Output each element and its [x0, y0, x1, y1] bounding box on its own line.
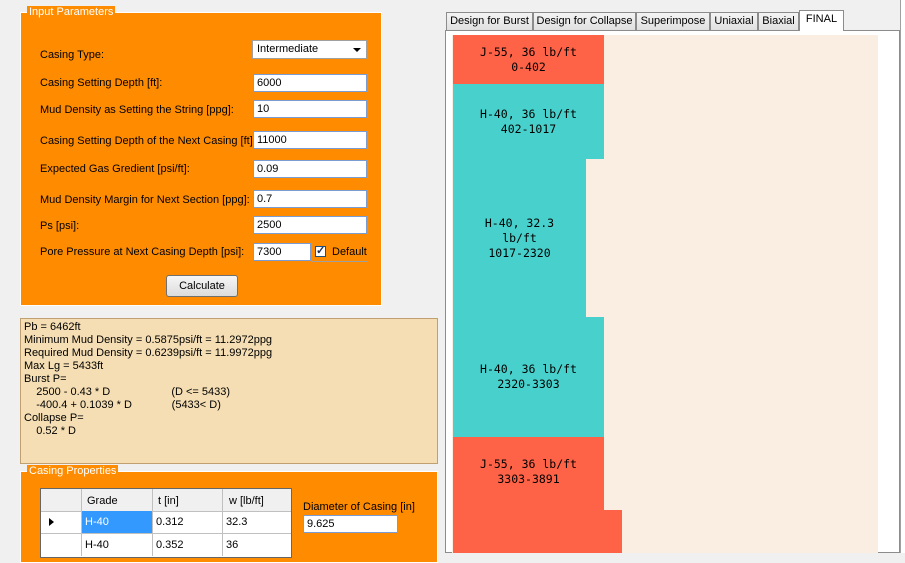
- grid-corner: [41, 489, 82, 511]
- mud-density-label: Mud Density as Setting the String [ppg]:: [40, 104, 234, 116]
- cell-thickness[interactable]: 0.312: [156, 515, 184, 529]
- cell-thickness[interactable]: 0.352: [156, 538, 184, 552]
- result-line: Minimum Mud Density = 0.5875psi/ft = 11.…: [24, 334, 273, 346]
- segment-label: J-55, 36 lb/ft 3303-3891: [480, 457, 577, 486]
- pore-pressure-input[interactable]: 7300: [253, 243, 311, 261]
- diameter-label: Diameter of Casing [in]: [303, 501, 415, 513]
- casing-setting-depth-input[interactable]: 6000: [253, 74, 367, 92]
- casing-type-value: Intermediate: [257, 43, 319, 55]
- ps-label: Ps [psi]:: [40, 220, 80, 232]
- cell-weight[interactable]: 32.3: [226, 515, 247, 529]
- segment-label: H-40, 36 lb/ft 2320-3303: [480, 362, 577, 391]
- window-edge: [900, 0, 905, 553]
- casing-grid: Grade t [in] w [lb/ft] H-40 0.312 32.3 H…: [40, 488, 292, 558]
- col-divider: [222, 489, 223, 511]
- casing-type-label: Casing Type:: [40, 49, 105, 61]
- table-row[interactable]: H-40 0.312 32.3: [41, 511, 291, 534]
- mud-margin-input[interactable]: 0.7: [253, 190, 367, 208]
- next-casing-depth-input[interactable]: 11000: [253, 131, 367, 149]
- casing-segment: J-55, 36 lb/ft 0-402: [453, 35, 604, 84]
- tab-design-for-collapse[interactable]: Design for Collapse: [533, 12, 636, 30]
- segment-label: J-55, 36 lb/ft 0-402: [480, 44, 577, 74]
- next-casing-depth-label: Casing Setting Depth of the Next Casing …: [40, 135, 256, 147]
- gas-gradient-label: Expected Gas Gredient [psi/ft]:: [40, 163, 190, 175]
- col-header-w[interactable]: w [lb/ft]: [229, 494, 264, 508]
- col-divider: [222, 511, 223, 533]
- grid-header: Grade t [in] w [lb/ft]: [41, 489, 291, 512]
- gas-gradient-input[interactable]: 0.09: [253, 160, 367, 178]
- result-line: Pb = 6462ft: [24, 321, 81, 333]
- casing-properties-title: Casing Properties: [27, 465, 119, 478]
- casing-type-combo[interactable]: Intermediate: [252, 40, 367, 59]
- casing-segment: H-40, 32.3 lb/ft 1017-2320: [453, 159, 586, 317]
- cell-weight[interactable]: 36: [226, 538, 238, 552]
- default-underline: [312, 261, 367, 262]
- segment-label: H-40, 32.3 lb/ft 1017-2320: [484, 215, 555, 260]
- tab-uniaxial[interactable]: Uniaxial: [710, 12, 758, 30]
- default-label: Default: [332, 246, 367, 258]
- ps-input[interactable]: 2500: [253, 216, 367, 234]
- chevron-down-icon[interactable]: [353, 48, 361, 52]
- casing-segment: [453, 510, 622, 553]
- result-line: -400.4 + 0.1039 * D (5433< D): [24, 399, 221, 411]
- col-header-t[interactable]: t [in]: [158, 494, 179, 508]
- results-panel: Pb = 6462ft Minimum Mud Density = 0.5875…: [20, 318, 438, 464]
- result-line: Burst P=: [24, 373, 67, 385]
- calculate-button[interactable]: Calculate: [166, 275, 238, 297]
- pore-pressure-label: Pore Pressure at Next Casing Depth [psi]…: [40, 246, 245, 258]
- cell-grade[interactable]: H-40: [82, 511, 152, 533]
- tab-design-for-burst[interactable]: Design for Burst: [446, 12, 533, 30]
- input-parameters-title: Input Parameters: [27, 6, 116, 19]
- default-checkbox[interactable]: [315, 244, 326, 257]
- row-selector-arrow-icon: [49, 518, 54, 526]
- result-line: 0.52 * D: [24, 425, 76, 437]
- result-line: Required Mud Density = 0.6239psi/ft = 11…: [24, 347, 273, 359]
- mud-margin-label: Mud Density Margin for Next Section [ppg…: [40, 194, 250, 206]
- tab-biaxial[interactable]: Biaxial: [758, 12, 799, 30]
- result-line: 2500 - 0.43 * D (D <= 5433): [24, 386, 231, 398]
- tab-superimpose[interactable]: Superimpose: [636, 12, 710, 30]
- tab-final[interactable]: FINAL: [799, 10, 844, 31]
- cell-grade[interactable]: H-40: [85, 538, 109, 552]
- casing-segment: J-55, 36 lb/ft 3303-3891: [453, 437, 604, 510]
- result-line: Collapse P=: [24, 412, 84, 424]
- diameter-input[interactable]: 9.625: [303, 515, 398, 533]
- result-line: Max Lg = 5433ft: [24, 360, 104, 372]
- segment-label: H-40, 36 lb/ft 402-1017: [480, 106, 577, 136]
- casing-setting-depth-label: Casing Setting Depth [ft]:: [40, 77, 163, 89]
- col-divider: [152, 489, 153, 511]
- col-header-grade[interactable]: Grade: [87, 494, 118, 508]
- mud-density-input[interactable]: 10: [253, 100, 367, 118]
- casing-segment: H-40, 36 lb/ft 2320-3303: [453, 317, 604, 437]
- col-divider: [152, 511, 153, 533]
- casing-segment: H-40, 36 lb/ft 402-1017: [453, 84, 604, 159]
